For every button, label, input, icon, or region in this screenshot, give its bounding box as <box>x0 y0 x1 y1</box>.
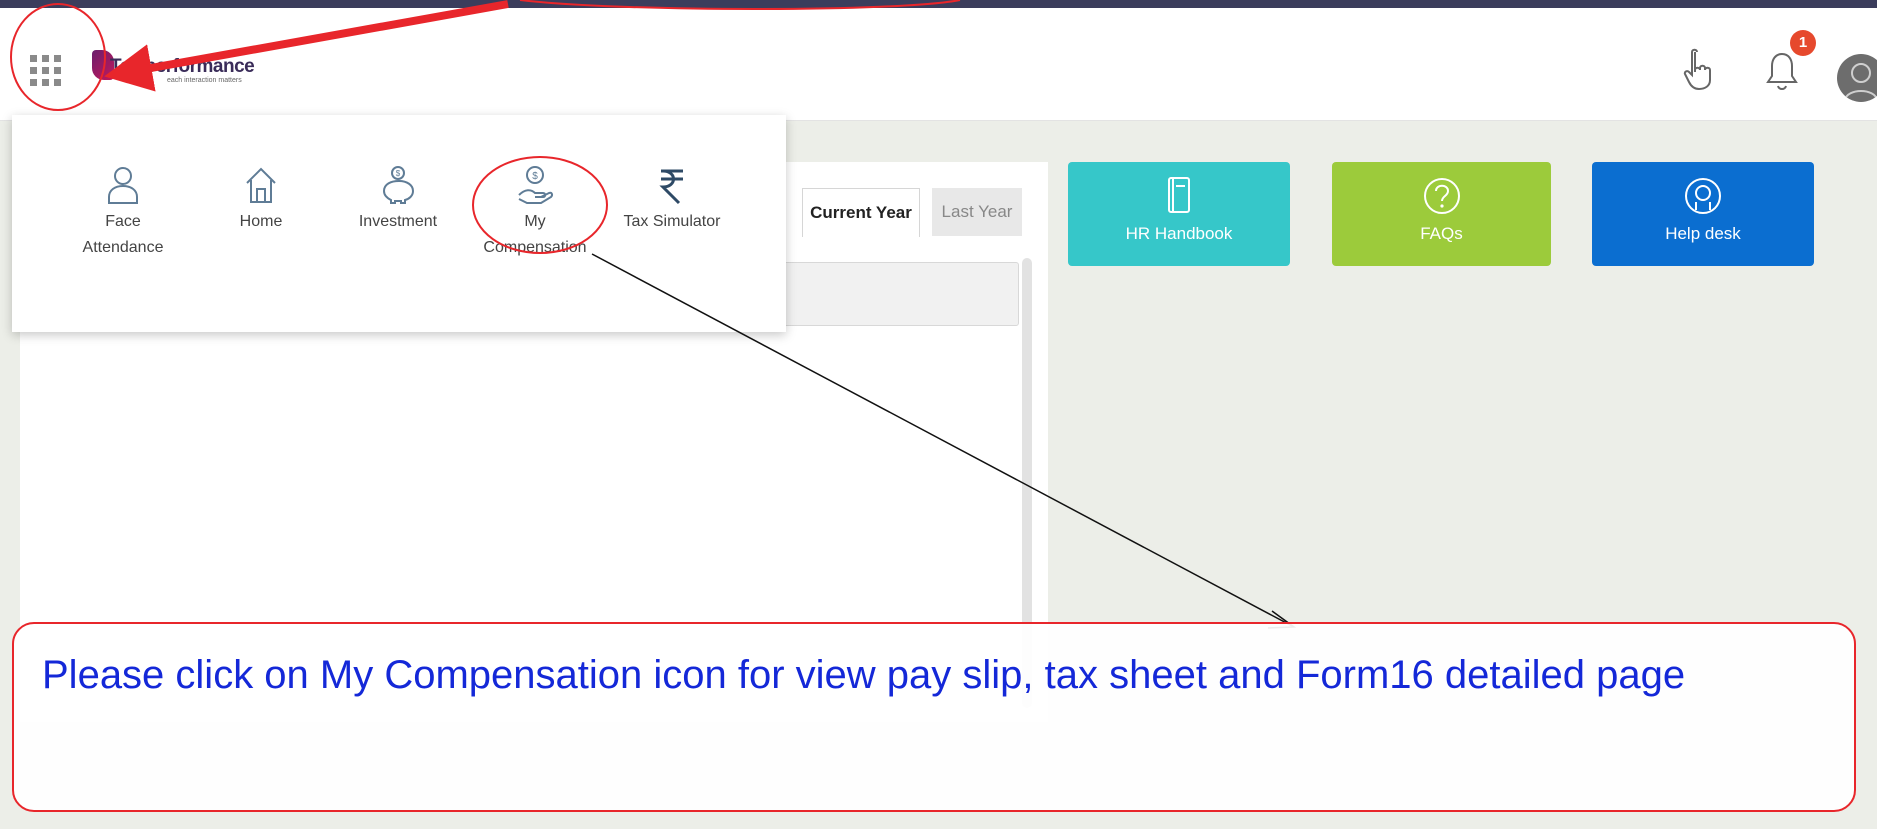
tile-label: FAQs <box>1420 224 1463 243</box>
avatar-person-icon <box>1844 63 1877 101</box>
book-icon <box>1168 177 1190 213</box>
tile-help-desk[interactable]: Help desk <box>1592 162 1814 266</box>
menu-label: Home <box>239 213 283 230</box>
menu-item-my-compensation[interactable]: $ My Compensation <box>460 165 610 261</box>
logo-tagline: each interaction matters <box>167 77 242 84</box>
menu-label: Tax Simulator <box>623 213 721 230</box>
hand-coin-icon: $ <box>518 166 554 204</box>
bell-icon[interactable] <box>1765 50 1799 94</box>
menu-label: Compensation <box>483 239 587 256</box>
menu-label: Attendance <box>82 239 164 256</box>
callout-text: Please click on My Compensation icon for… <box>42 653 1686 697</box>
instruction-callout: Please click on My Compensation icon for… <box>12 622 1856 812</box>
tab-current-year[interactable]: Current Year <box>802 188 920 237</box>
tile-hr-handbook[interactable]: HR Handbook <box>1068 162 1290 266</box>
menu-label: Investment <box>358 213 438 230</box>
menu-label: My <box>524 213 546 230</box>
rupee-icon <box>659 169 683 205</box>
piggy-bank-icon: $ <box>382 166 415 204</box>
support-icon <box>1685 178 1721 214</box>
tile-label: HR Handbook <box>1125 224 1233 243</box>
touch-hand-icon[interactable] <box>1683 48 1717 92</box>
user-avatar[interactable] <box>1837 54 1877 102</box>
home-icon <box>246 167 276 203</box>
app-launcher-menu: Face Attendance Home $ Investment $ My C… <box>12 115 786 332</box>
svg-text:$: $ <box>396 169 401 178</box>
app-grid-icon[interactable] <box>30 55 62 87</box>
person-icon <box>108 167 138 204</box>
menu-item-home[interactable]: Home <box>186 165 336 235</box>
menu-item-face-attendance[interactable]: Face Attendance <box>48 165 198 261</box>
question-icon <box>1423 178 1460 214</box>
menu-label: Face <box>105 213 141 230</box>
svg-text:$: $ <box>532 171 538 182</box>
company-logo[interactable]: Teleperformance each interaction matters <box>92 50 282 90</box>
notification-badge: 1 <box>1790 30 1816 56</box>
logo-text: Teleperformance <box>110 56 255 77</box>
tab-last-year[interactable]: Last Year <box>932 188 1022 236</box>
top-strip <box>0 0 1877 8</box>
tile-label: Help desk <box>1665 224 1741 243</box>
menu-item-investment[interactable]: $ Investment <box>323 165 473 235</box>
app-header: Teleperformance each interaction matters… <box>0 8 1877 121</box>
menu-item-tax-simulator[interactable]: Tax Simulator <box>597 165 747 235</box>
tile-faqs[interactable]: FAQs <box>1332 162 1551 266</box>
